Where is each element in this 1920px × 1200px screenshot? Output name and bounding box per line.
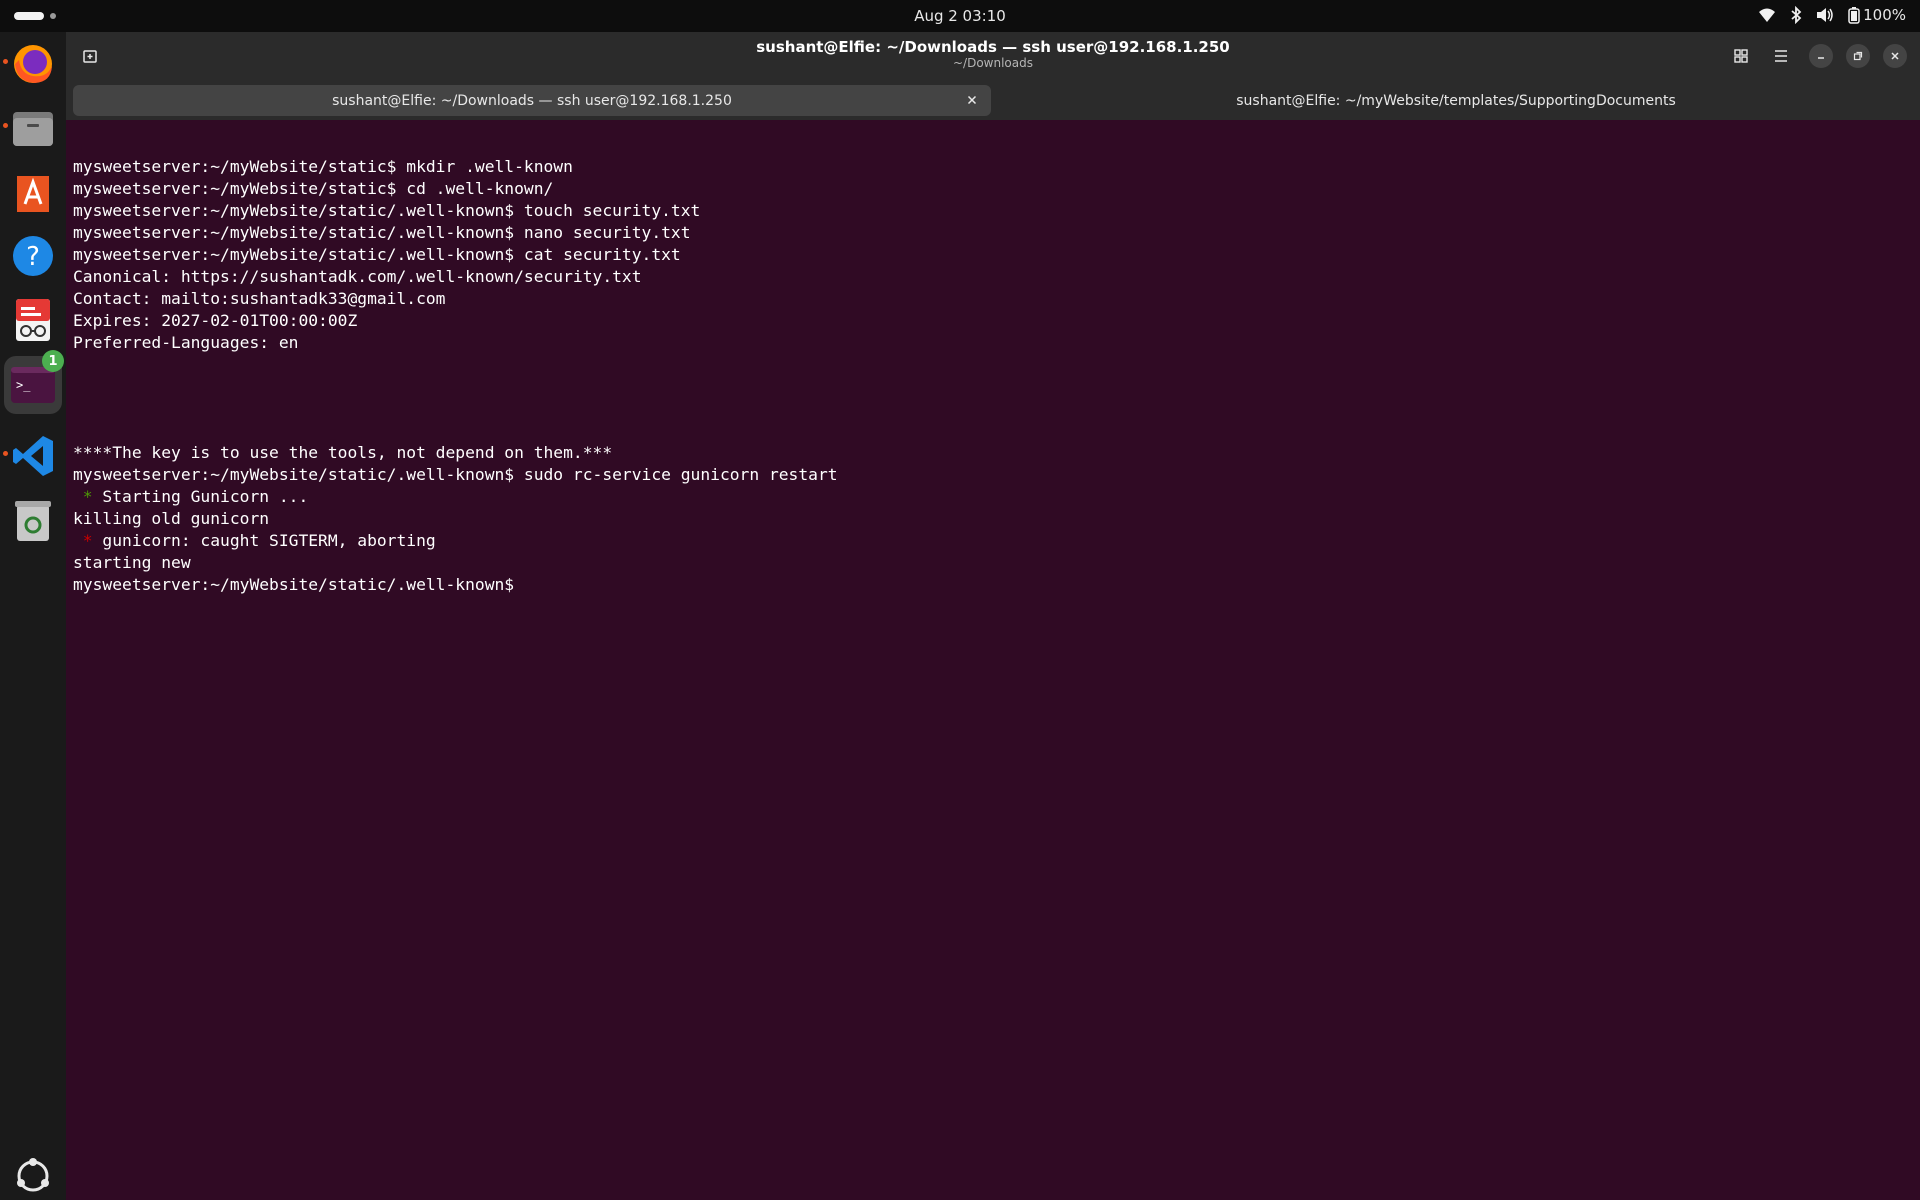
document-viewer-icon[interactable] <box>9 296 57 344</box>
window-title: sushant@Elfie: ~/Downloads — ssh user@19… <box>756 38 1230 56</box>
running-indicator <box>3 59 8 64</box>
terminal-line: Preferred-Languages: en <box>73 333 299 352</box>
files-icon[interactable] <box>9 104 57 152</box>
hamburger-menu-icon[interactable] <box>1769 44 1793 68</box>
vscode-icon[interactable] <box>9 432 57 480</box>
volume-icon[interactable] <box>1816 7 1834 23</box>
terminal-window: sushant@Elfie: ~/Downloads — ssh user@19… <box>66 32 1920 1200</box>
system-tray[interactable]: 100% <box>1758 6 1906 24</box>
clock[interactable]: Aug 2 03:10 <box>914 7 1006 25</box>
terminal-lines: mysweetserver:~/myWebsite/static$ mkdir … <box>73 156 838 596</box>
terminal-line: mysweetserver:~/myWebsite/static/.well-k… <box>73 245 681 264</box>
running-indicator <box>3 123 8 128</box>
terminal-line: * Starting Gunicorn ... <box>73 487 309 506</box>
terminal-line: mysweetserver:~/myWebsite/static$ mkdir … <box>73 157 573 176</box>
tab-overview-icon[interactable] <box>1729 44 1753 68</box>
terminal-output[interactable]: mysweetserver:~/myWebsite/static$ mkdir … <box>66 120 1920 1200</box>
terminal-line: mysweetserver:~/myWebsite/static/.well-k… <box>73 574 838 596</box>
terminal-line: mysweetserver:~/myWebsite/static/.well-k… <box>73 201 701 220</box>
help-icon[interactable]: ? <box>9 232 57 280</box>
close-icon[interactable] <box>1883 44 1907 68</box>
wifi-icon[interactable] <box>1758 7 1776 23</box>
tab-label: sushant@Elfie: ~/myWebsite/templates/Sup… <box>1236 92 1676 109</box>
window-subtitle: ~/Downloads <box>953 56 1033 70</box>
terminal-line: Expires: 2027-02-01T00:00:00Z <box>73 311 358 330</box>
terminal-line: ****The key is to use the tools, not dep… <box>73 443 613 462</box>
minimize-icon[interactable] <box>1809 44 1833 68</box>
terminal-line: Contact: mailto:sushantadk33@gmail.com <box>73 289 446 308</box>
terminal-line: Canonical: https://sushantadk.com/.well-… <box>73 267 642 286</box>
title-bar[interactable]: sushant@Elfie: ~/Downloads — ssh user@19… <box>66 32 1920 80</box>
bluetooth-icon[interactable] <box>1790 6 1802 24</box>
terminal-line: killing old gunicorn <box>73 509 270 528</box>
terminal-icon[interactable]: >_ 1 <box>4 350 64 414</box>
tab-ssh-downloads[interactable]: sushant@Elfie: ~/Downloads — ssh user@19… <box>73 85 991 116</box>
restore-icon[interactable] <box>1846 44 1870 68</box>
tab-bar: sushant@Elfie: ~/Downloads — ssh user@19… <box>66 80 1920 120</box>
trash-icon[interactable] <box>9 496 57 544</box>
svg-text:>_: >_ <box>16 378 31 392</box>
terminal-line: mysweetserver:~/myWebsite/static/.well-k… <box>73 465 838 484</box>
battery-percentage: 100% <box>1863 6 1906 24</box>
tab-supporting-documents[interactable]: sushant@Elfie: ~/myWebsite/templates/Sup… <box>996 85 1916 116</box>
top-bar: Aug 2 03:10 100% <box>0 0 1920 32</box>
notification-badge: 1 <box>42 350 64 372</box>
terminal-line: * gunicorn: caught SIGTERM, aborting <box>73 531 436 550</box>
terminal-cursor <box>524 577 534 595</box>
dock: ? >_ 1 <box>0 32 67 1200</box>
battery-icon[interactable]: 100% <box>1848 6 1906 24</box>
terminal-line: mysweetserver:~/myWebsite/static/.well-k… <box>73 223 691 242</box>
app-center-icon[interactable] <box>9 168 57 216</box>
ubuntu-apps-grid-icon[interactable] <box>9 1152 57 1200</box>
svg-text:?: ? <box>26 242 40 272</box>
tab-close-icon[interactable] <box>963 91 981 109</box>
clock-container: Aug 2 03:10 <box>0 7 1920 25</box>
terminal-line: starting new <box>73 553 191 572</box>
firefox-icon[interactable] <box>9 40 57 88</box>
tab-label: sushant@Elfie: ~/Downloads — ssh user@19… <box>332 92 732 109</box>
terminal-line: mysweetserver:~/myWebsite/static$ cd .we… <box>73 179 554 198</box>
running-indicator <box>3 451 8 456</box>
